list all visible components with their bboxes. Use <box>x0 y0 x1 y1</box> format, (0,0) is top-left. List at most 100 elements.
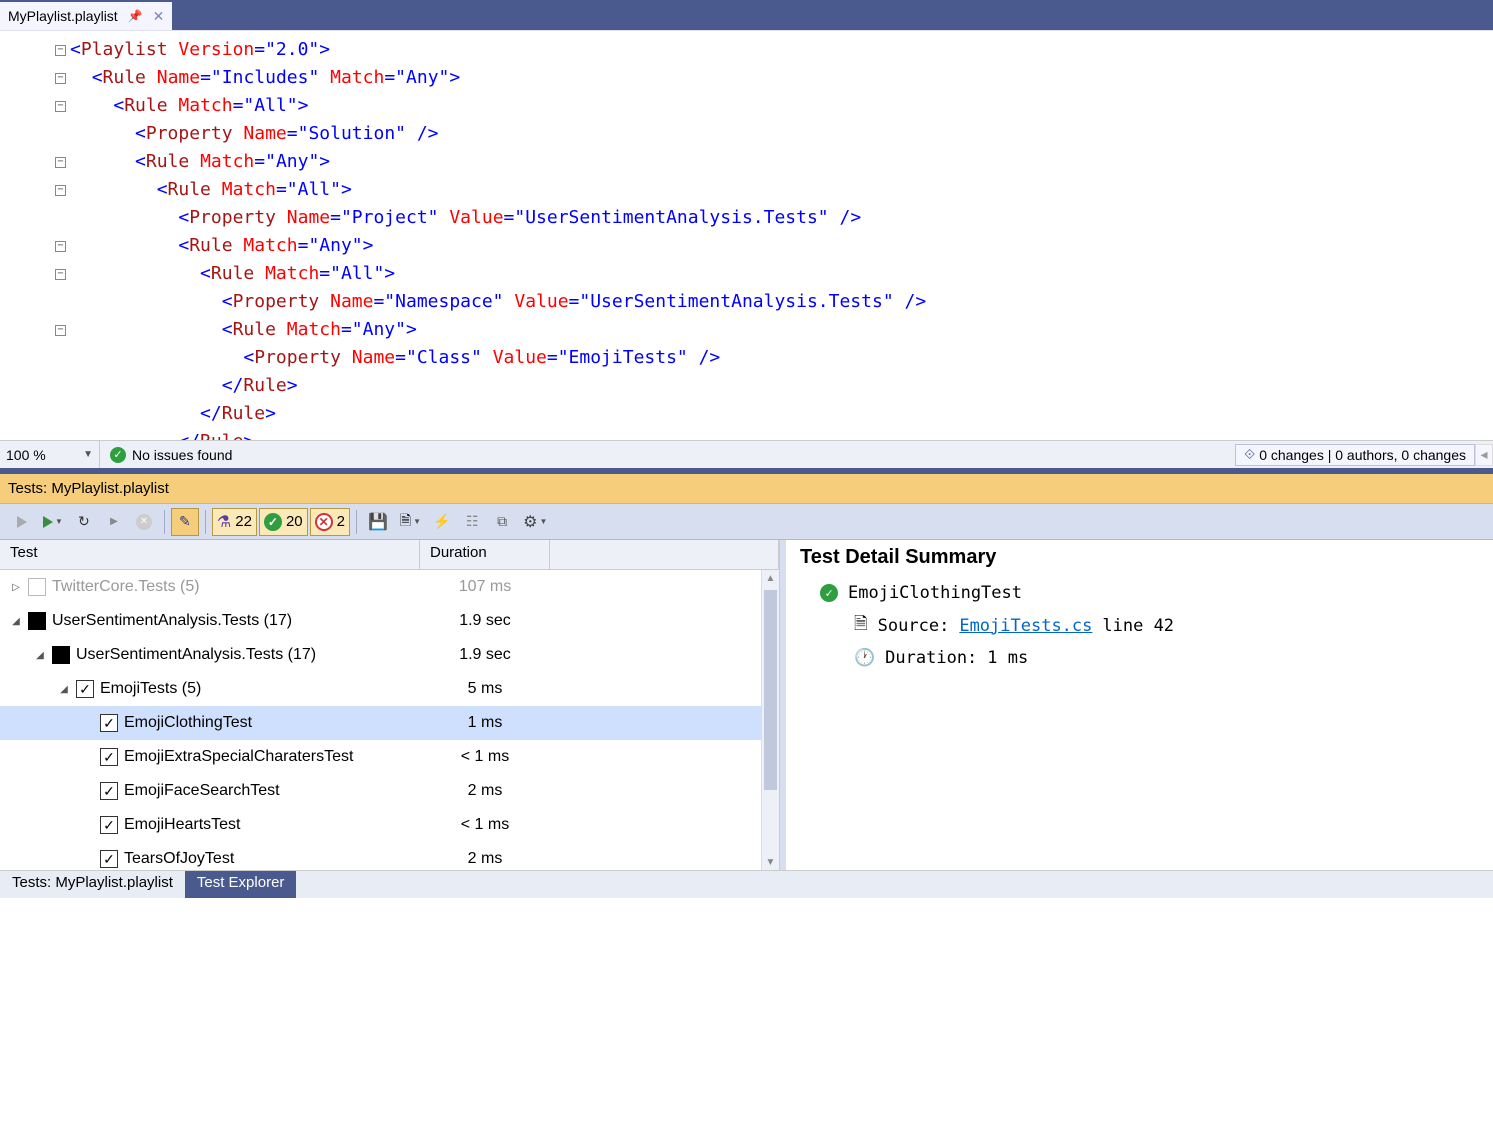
editor-gutter: − − − − − − − − <box>0 31 70 440</box>
expand-toggle[interactable]: ◢ <box>58 684 70 695</box>
test-duration: 2 ms <box>420 782 550 800</box>
edit-mode-button[interactable]: ✎ <box>171 508 199 536</box>
stop-button[interactable]: ✕ <box>130 508 158 536</box>
code-line[interactable]: </Rule> <box>70 428 1493 440</box>
passed-tests-button[interactable]: ✓20 <box>259 508 308 536</box>
document-tab[interactable]: MyPlaylist.playlist 📌 ✕ <box>0 2 172 30</box>
column-test[interactable]: Test <box>0 540 420 569</box>
test-row[interactable]: ▷TwitterCore.Tests (5)107 ms <box>0 570 761 604</box>
editor-status-bar: 100 % ▼ ✓ No issues found ⟐ 0 changes | … <box>0 440 1493 468</box>
source-file-link[interactable]: EmojiTests.cs <box>959 616 1092 636</box>
bottom-tab-playlist[interactable]: Tests: MyPlaylist.playlist <box>0 871 185 898</box>
bottom-tab-test-explorer[interactable]: Test Explorer <box>185 871 297 898</box>
test-row[interactable]: ◢UserSentimentAnalysis.Tests (17)1.9 sec <box>0 604 761 638</box>
detail-title: Test Detail Summary <box>800 546 1479 569</box>
code-line[interactable]: <Property Name="Solution" /> <box>70 120 1493 148</box>
failed-tests-button[interactable]: ✕2 <box>310 508 350 536</box>
code-line[interactable]: <Rule Match="All"> <box>70 260 1493 288</box>
test-label: EmojiFaceSearchTest <box>124 782 280 800</box>
fold-toggle[interactable]: − <box>55 73 66 84</box>
test-row[interactable]: ◢✓EmojiTests (5)5 ms <box>0 672 761 706</box>
test-label: TearsOfJoyTest <box>124 850 234 868</box>
test-label: UserSentimentAnalysis.Tests (17) <box>76 646 316 664</box>
test-row[interactable]: ✓EmojiExtraSpecialCharatersTest< 1 ms <box>0 740 761 774</box>
checkbox[interactable]: ✓ <box>100 816 118 834</box>
fold-toggle[interactable]: − <box>55 241 66 252</box>
nav-arrow-button[interactable]: ◂ <box>1475 444 1493 466</box>
list-icon: ☷ <box>466 513 479 530</box>
code-line[interactable]: </Rule> <box>70 372 1493 400</box>
test-label: UserSentimentAnalysis.Tests (17) <box>52 612 292 630</box>
tab-title: MyPlaylist.playlist <box>8 8 118 24</box>
run-all-button[interactable] <box>8 508 36 536</box>
code-area[interactable]: <Playlist Version="2.0"> <Rule Name="Inc… <box>70 31 1493 440</box>
check-circle-icon: ✓ <box>110 447 126 463</box>
group-by-button[interactable]: ☷ <box>458 508 486 536</box>
changes-indicator[interactable]: ⟐ 0 changes | 0 authors, 0 changes <box>1235 444 1475 466</box>
vertical-scrollbar[interactable]: ▲ ▼ <box>761 570 779 870</box>
expand-toggle[interactable]: ◢ <box>10 616 22 627</box>
fold-toggle[interactable]: − <box>55 45 66 56</box>
columns-button[interactable]: ⧉ <box>488 508 516 536</box>
fold-toggle[interactable]: − <box>55 269 66 280</box>
total-tests-button[interactable]: ⚗22 <box>212 508 257 536</box>
test-label: TwitterCore.Tests (5) <box>52 578 200 596</box>
checkbox[interactable]: ✓ <box>100 714 118 732</box>
fold-toggle[interactable]: − <box>55 185 66 196</box>
passed-count: 20 <box>286 513 303 530</box>
source-label: Source: <box>878 616 950 636</box>
repeat-button[interactable]: ↻ <box>70 508 98 536</box>
code-line[interactable]: <Rule Match="Any"> <box>70 316 1493 344</box>
zoom-dropdown[interactable]: 100 % ▼ <box>0 441 100 468</box>
code-editor[interactable]: − − − − − − − − <Playlist Version="2.0"> <Rule … <box>0 30 1493 440</box>
test-row[interactable]: ✓EmojiHeartsTest< 1 ms <box>0 808 761 842</box>
test-row[interactable]: ✓ EmojiFaceSearchTest 2 ms <box>0 774 761 808</box>
column-spacer <box>550 540 779 569</box>
code-line[interactable]: <Rule Name="Includes" Match="Any"> <box>70 64 1493 92</box>
checkbox[interactable]: ✓ <box>76 680 94 698</box>
fold-toggle[interactable]: − <box>55 157 66 168</box>
test-row[interactable]: ✓EmojiClothingTest1 ms <box>0 706 761 740</box>
pass-icon: ✓ <box>264 513 282 531</box>
duration-value: 1 ms <box>987 648 1028 668</box>
run-button[interactable]: ▼ <box>38 508 68 536</box>
close-icon[interactable]: ✕ <box>153 8 165 25</box>
code-line[interactable]: <Playlist Version="2.0"> <box>70 36 1493 64</box>
pin-icon[interactable]: 📌 <box>128 9 143 23</box>
checkbox[interactable]: ✓ <box>100 850 118 868</box>
checkbox[interactable] <box>28 578 46 596</box>
options-button[interactable]: ⚙▼ <box>518 508 552 536</box>
checkbox[interactable]: ✓ <box>100 748 118 766</box>
code-line[interactable]: <Property Name="Project" Value="UserSent… <box>70 204 1493 232</box>
expand-toggle[interactable]: ▷ <box>10 582 22 593</box>
fold-toggle[interactable]: − <box>55 101 66 112</box>
test-duration: 1.9 sec <box>420 646 550 664</box>
checkbox[interactable]: ✓ <box>100 782 118 800</box>
play-small-button[interactable]: ▶ <box>100 508 128 536</box>
scroll-thumb[interactable] <box>764 590 777 790</box>
code-line[interactable]: </Rule> <box>70 400 1493 428</box>
checkbox[interactable] <box>52 646 70 664</box>
code-line[interactable]: <Rule Match="All"> <box>70 92 1493 120</box>
test-row[interactable]: ✓TearsOfJoyTest2 ms <box>0 842 761 870</box>
code-line[interactable]: <Rule Match="Any"> <box>70 148 1493 176</box>
code-line[interactable]: <Rule Match="All"> <box>70 176 1493 204</box>
scroll-down-icon[interactable]: ▼ <box>762 854 779 870</box>
settings-file-button[interactable]: 🗎▼ <box>395 508 426 536</box>
code-line[interactable]: <Property Name="Namespace" Value="UserSe… <box>70 288 1493 316</box>
column-duration[interactable]: Duration <box>420 540 550 569</box>
save-button[interactable]: 💾 <box>363 508 393 536</box>
code-line[interactable]: <Rule Match="Any"> <box>70 232 1493 260</box>
settings-file-icon: 🗎 <box>400 510 411 534</box>
code-line[interactable]: <Property Name="Class" Value="EmojiTests… <box>70 344 1493 372</box>
checkbox[interactable] <box>28 612 46 630</box>
test-tree[interactable]: ▷TwitterCore.Tests (5)107 ms◢UserSentime… <box>0 570 761 870</box>
fold-toggle[interactable]: − <box>55 325 66 336</box>
run-until-fail-button[interactable]: ⚡ <box>428 508 456 536</box>
test-label: EmojiClothingTest <box>124 714 252 732</box>
test-label: EmojiHeartsTest <box>124 816 240 834</box>
columns-icon: ⧉ <box>497 513 507 530</box>
scroll-up-icon[interactable]: ▲ <box>762 570 779 586</box>
test-row[interactable]: ◢ UserSentimentAnalysis.Tests (17) 1.9 sec <box>0 638 761 672</box>
expand-toggle[interactable]: ◢ <box>34 650 46 661</box>
